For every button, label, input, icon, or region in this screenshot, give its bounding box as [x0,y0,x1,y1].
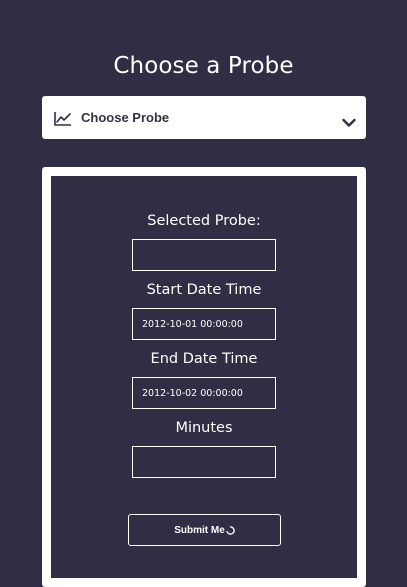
line-chart-icon [54,111,72,126]
selected-probe-input[interactable] [132,239,276,271]
choose-probe-dropdown[interactable]: Choose Probe [42,96,366,139]
end-date-time-input[interactable] [132,377,276,409]
chevron-down-icon[interactable] [342,113,356,127]
probe-form-panel: Selected Probe: Start Date Time End Date… [42,167,366,587]
choose-probe-label: Choose Probe [81,110,170,125]
submit-button[interactable]: Submit Me [128,514,281,546]
start-date-time-label: Start Date Time [146,282,262,298]
submit-button-label: Submit Me [174,524,225,536]
start-date-time-input[interactable] [132,308,276,340]
end-date-time-label: End Date Time [150,351,258,367]
probe-form: Selected Probe: Start Date Time End Date… [51,176,357,578]
minutes-input[interactable] [132,446,276,478]
loading-spinner-icon [226,525,235,535]
page-title: Choose a Probe [113,53,294,80]
selected-probe-label: Selected Probe: [147,213,261,229]
minutes-label: Minutes [175,420,233,436]
